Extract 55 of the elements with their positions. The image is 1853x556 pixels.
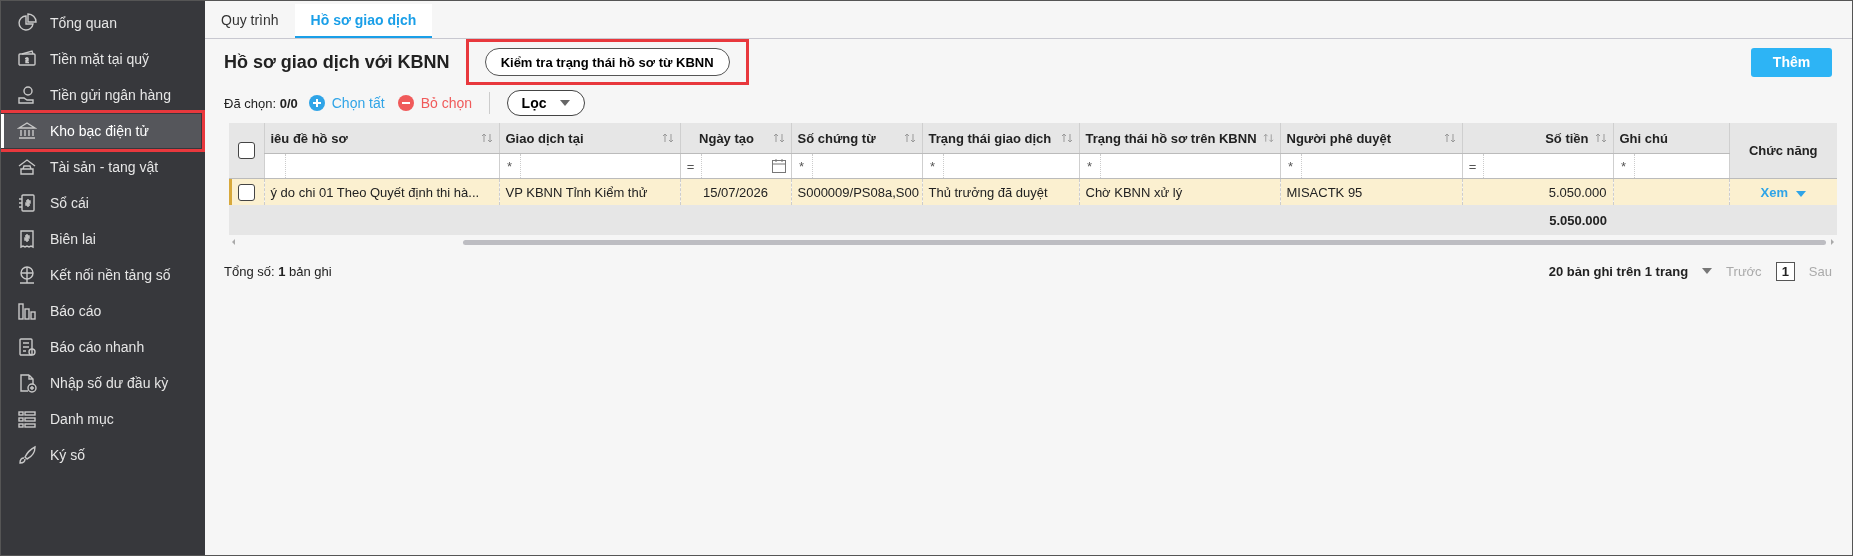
filter-operator[interactable]: * xyxy=(1613,154,1635,178)
sidebar-item[interactable]: Báo cáo nhanh xyxy=(1,330,201,364)
sidebar-item[interactable]: Kết nối nền tảng số xyxy=(1,258,201,292)
filter-field[interactable]: * xyxy=(499,154,680,178)
table-cell: MISACTK 95 xyxy=(1286,184,1363,200)
column-header: Chức năng xyxy=(1729,123,1837,179)
filter-operator[interactable]: = xyxy=(1462,154,1484,178)
sidebar-item[interactable]: Tiền gửi ngân hàng xyxy=(1,78,201,112)
filter-field[interactable]: * xyxy=(791,154,922,178)
table-cell: Thủ trưởng đã duyệt xyxy=(928,184,1048,200)
column-header[interactable]: Người phê duyệt xyxy=(1280,123,1462,154)
filter-field[interactable]: * xyxy=(1079,154,1280,178)
page-title: Hồ sơ giao dịch với KBNN xyxy=(224,51,450,73)
filter-field[interactable]: * xyxy=(1280,154,1462,178)
sidebar-item[interactable]: Tổng quan xyxy=(1,6,201,40)
table-cell: Chờ KBNN xử lý xyxy=(1085,184,1183,200)
filter-dropdown[interactable]: Lọc xyxy=(507,90,586,116)
column-header[interactable]: iêu đề hồ sơ xyxy=(264,123,499,154)
filter-operator[interactable]: = xyxy=(680,154,702,178)
filter-operator[interactable]: * xyxy=(1280,154,1302,178)
filter-field[interactable]: * xyxy=(1613,154,1729,178)
column-header[interactable]: Trạng thái giao dịch xyxy=(922,123,1079,154)
column-header[interactable]: Số tiền xyxy=(1462,123,1613,154)
page-size-dropdown[interactable]: 20 bản ghi trên 1 trang xyxy=(1548,263,1689,279)
total-amount: 5.050.000 xyxy=(1549,212,1607,228)
selected-count: Đã chọn: 0/0 xyxy=(224,95,298,111)
sidebar-item[interactable]: Báo cáo xyxy=(1,294,201,328)
column-header[interactable]: Ngày tạo xyxy=(680,123,791,154)
filter-operator[interactable]: * xyxy=(922,154,944,178)
column-header[interactable]: Giao dịch tại xyxy=(499,123,680,154)
filter-field[interactable]: * xyxy=(922,154,1079,178)
filter-field[interactable]: = xyxy=(680,154,791,178)
sidebar-item[interactable]: Sổ cái xyxy=(1,186,201,220)
sidebar-item[interactable]: Nhập số dư đầu kỳ xyxy=(1,366,201,400)
table-cell: S000009/PS08a,S00 xyxy=(797,184,919,200)
sidebar-item[interactable]: Ký số xyxy=(1,438,201,472)
sidebar-item[interactable]: Tài sản - tang vật xyxy=(1,150,201,184)
sidebar-item[interactable]: Biên lai xyxy=(1,222,201,256)
filter-operator[interactable]: * xyxy=(499,154,521,178)
column-header[interactable]: Số chứng từ xyxy=(791,123,922,154)
check-status-button[interactable]: Kiểm tra trạng thái hồ sơ từ KBNN xyxy=(484,48,730,76)
filter-operator[interactable]: * xyxy=(1079,154,1101,178)
column-header[interactable]: Trạng thái hồ sơ trên KBNN xyxy=(1079,123,1280,154)
filter-field[interactable]: = xyxy=(1462,154,1613,178)
page-number[interactable]: 1 xyxy=(1775,261,1795,281)
record-count: Tổng số: 1 bản ghi xyxy=(224,263,332,279)
tab[interactable]: Quy trình xyxy=(205,4,295,38)
table-cell: VP KBNN Tỉnh Kiểm thử xyxy=(505,184,648,200)
filter-operator[interactable]: * xyxy=(791,154,813,178)
sidebar-item[interactable]: Danh mục xyxy=(1,402,201,436)
column-header[interactable]: Ghi chú xyxy=(1613,123,1729,154)
table-cell: 15/07/2026 xyxy=(702,184,769,200)
table-cell: 5.050.000 xyxy=(1548,184,1607,200)
sidebar-item[interactable]: Tiền mặt tại quỹ xyxy=(1,42,201,76)
table-cell: ý do chi 01 Theo Quyết định thi hà... xyxy=(270,184,480,200)
